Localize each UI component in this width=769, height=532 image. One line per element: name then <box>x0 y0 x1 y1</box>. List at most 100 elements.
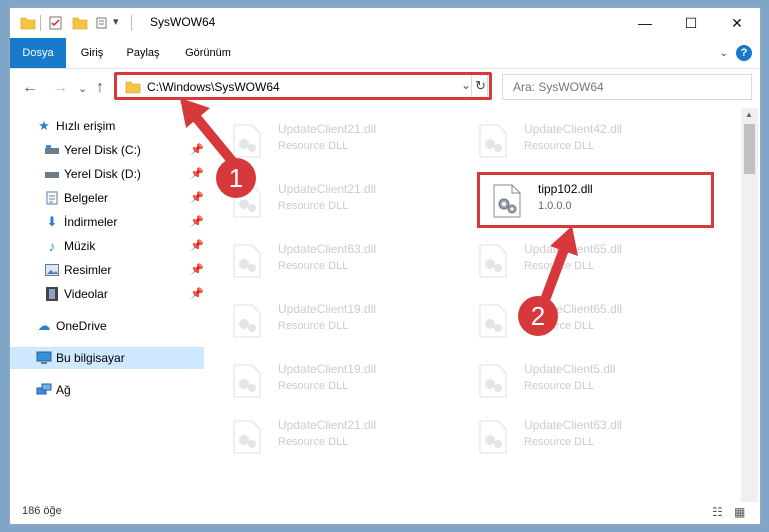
video-icon <box>44 286 60 302</box>
status-bar: 186 öğe ☷ ▦ <box>10 502 760 524</box>
file-description: Resource DLL <box>278 200 349 212</box>
file-name: UpdateClient5.dll <box>524 362 616 376</box>
pin-icon[interactable]: 📌 <box>190 191 204 204</box>
file-item[interactable]: UpdateClient21.dll Resource DLL <box>220 116 450 164</box>
search-box[interactable]: Ara: SysWOW64 <box>502 74 752 100</box>
file-name: UpdateClient21.dll <box>278 182 377 196</box>
file-name: UpdateClient19.dll <box>278 362 377 376</box>
sidebar-item-label: Müzik <box>64 239 96 253</box>
file-highlight-box <box>477 172 714 228</box>
file-name: UpdateClient65.dll <box>524 242 623 256</box>
dll-file-icon <box>479 304 507 338</box>
details-view-icon[interactable]: ☷ <box>712 505 726 519</box>
network-icon <box>36 382 52 398</box>
pin-icon[interactable]: 📌 <box>190 167 204 180</box>
sidebar-item-network[interactable]: Ağ <box>10 379 204 401</box>
sidebar-item-label: Ağ <box>56 383 71 397</box>
folder-icon <box>20 17 36 30</box>
sidebar-item-documents[interactable]: Belgeler 📌 <box>10 187 204 209</box>
maximize-button[interactable]: ☐ <box>668 8 714 38</box>
sidebar-item-label: Resimler <box>64 263 112 277</box>
dll-file-icon <box>233 304 261 338</box>
file-item[interactable]: UpdateClient65.dll Resource DLL <box>466 236 696 284</box>
file-item[interactable]: UpdateClient5.dll Resource DLL <box>466 356 696 404</box>
qa-dropdown-icon[interactable]: ▾ <box>113 15 119 28</box>
drive-icon <box>44 142 60 158</box>
up-arrow-icon[interactable]: ↑ <box>96 79 104 97</box>
sidebar-item-label: Bu bilgisayar <box>56 351 125 365</box>
pictures-icon <box>44 262 60 278</box>
pin-icon[interactable]: 📌 <box>190 263 204 276</box>
file-item[interactable]: UpdateClient65.dll Resource DLL <box>466 296 696 344</box>
dll-file-icon <box>233 420 261 454</box>
dll-file-icon <box>479 364 507 398</box>
pin-icon[interactable]: 📌 <box>190 215 204 228</box>
file-description: Resource DLL <box>524 436 595 448</box>
dll-file-icon <box>233 244 261 278</box>
sidebar-item-label: Hızlı erişim <box>56 119 116 133</box>
pin-icon[interactable]: 📌 <box>190 239 204 252</box>
step-1-marker: 1 <box>216 158 256 198</box>
file-item[interactable]: UpdateClient21.dll Resource DLL <box>220 412 450 460</box>
sidebar-item-label: Yerel Disk (C:) <box>64 143 141 157</box>
properties-icon[interactable] <box>48 16 64 30</box>
scroll-up-icon[interactable]: ▲ <box>745 110 753 119</box>
separator <box>131 15 132 31</box>
search-placeholder[interactable]: Ara: SysWOW64 <box>513 80 604 94</box>
file-description: Resource DLL <box>524 140 595 152</box>
sidebar-item-pictures[interactable]: Resimler 📌 <box>10 259 204 281</box>
help-icon[interactable]: ? <box>736 45 752 61</box>
large-icons-view-icon[interactable]: ▦ <box>734 505 748 519</box>
pin-icon[interactable]: 📌 <box>190 143 204 156</box>
dll-file-icon <box>479 244 507 278</box>
sidebar-item-videos[interactable]: Videolar 📌 <box>10 283 204 305</box>
pin-icon[interactable]: 📌 <box>190 287 204 300</box>
minimize-button[interactable]: — <box>622 8 668 38</box>
file-name: UpdateClient19.dll <box>278 302 377 316</box>
tab-gorunum[interactable]: Görünüm <box>178 38 238 68</box>
file-description: Resource DLL <box>278 436 349 448</box>
sidebar-item-label: İndirmeler <box>64 215 118 229</box>
dll-file-icon <box>233 364 261 398</box>
window-title: SysWOW64 <box>150 15 216 29</box>
sidebar-item-drive-c[interactable]: Yerel Disk (C:) 📌 <box>10 139 204 161</box>
tab-giris[interactable]: Giriş <box>72 38 112 68</box>
sidebar-item-label: Videolar <box>64 287 108 301</box>
scrollbar-thumb[interactable] <box>744 124 755 174</box>
star-icon: ★ <box>38 118 50 133</box>
explorer-window: ▾ SysWOW64 — ☐ ✕ Dosya Giriş Paylaş Görü… <box>10 8 760 524</box>
sidebar-item-this-pc[interactable]: Bu bilgisayar <box>10 347 204 369</box>
customize-toolbar-icon[interactable] <box>96 16 112 30</box>
file-description: Resource DLL <box>278 140 349 152</box>
file-item[interactable]: UpdateClient63.dll Resource DLL <box>220 236 450 284</box>
tab-dosya[interactable]: Dosya <box>10 38 66 68</box>
recent-locations-icon[interactable]: ⌄ <box>78 82 87 95</box>
title-bar: ▾ SysWOW64 — ☐ ✕ <box>10 8 760 38</box>
navigation-pane: ★ Hızlı erişim Yerel Disk (C:) 📌 Yerel D… <box>10 110 204 502</box>
sidebar-item-label: Belgeler <box>64 191 109 205</box>
back-arrow-icon[interactable]: ← <box>22 79 38 97</box>
sidebar-item-drive-d[interactable]: Yerel Disk (D:) 📌 <box>10 163 204 185</box>
file-item[interactable]: UpdateClient19.dll Resource DLL <box>220 356 450 404</box>
sidebar-item-downloads[interactable]: ⬇ İndirmeler 📌 <box>10 211 204 233</box>
file-item[interactable]: UpdateClient63.dll Resource DLL <box>466 412 696 460</box>
vertical-scrollbar[interactable]: ▲ <box>741 108 758 502</box>
address-highlight-box <box>114 72 492 100</box>
new-folder-icon[interactable] <box>72 16 88 30</box>
ribbon-collapse-icon[interactable]: ⌄ <box>720 48 728 59</box>
dll-file-icon <box>479 420 507 454</box>
file-name: UpdateClient63.dll <box>524 418 623 432</box>
tab-paylas[interactable]: Paylaş <box>120 38 166 68</box>
drive-icon <box>44 166 60 182</box>
sidebar-item-quick-access[interactable]: ★ Hızlı erişim <box>10 115 204 137</box>
file-description: Resource DLL <box>278 380 349 392</box>
close-button[interactable]: ✕ <box>714 8 760 38</box>
file-item[interactable]: UpdateClient42.dll Resource DLL <box>466 116 696 164</box>
sidebar-item-label: Yerel Disk (D:) <box>64 167 141 181</box>
separator <box>40 15 41 31</box>
sidebar-item-onedrive[interactable]: ☁ OneDrive <box>10 315 204 337</box>
computer-icon <box>36 350 52 366</box>
sidebar-item-music[interactable]: ♪ Müzik 📌 <box>10 235 204 257</box>
forward-arrow-icon[interactable]: → <box>52 79 68 97</box>
file-item[interactable]: UpdateClient19.dll Resource DLL <box>220 296 450 344</box>
